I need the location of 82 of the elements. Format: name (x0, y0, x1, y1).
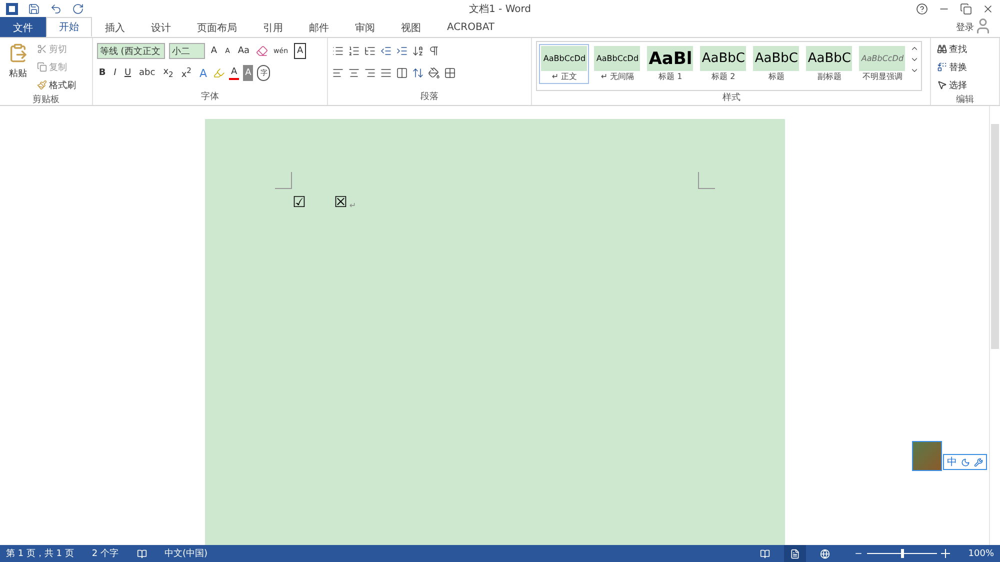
pilcrow-icon[interactable] (428, 45, 440, 57)
paintbrush-icon (37, 80, 47, 90)
ribbon-tab[interactable]: 文件 (0, 17, 46, 37)
scroll-down-icon[interactable] (910, 55, 920, 64)
borders-icon[interactable] (444, 67, 456, 79)
text-effects-button[interactable]: A (197, 65, 209, 81)
ime-toolbar[interactable]: 中 (943, 454, 987, 470)
group-label: 编辑 (955, 94, 976, 107)
undo-icon[interactable] (50, 2, 62, 14)
save-icon[interactable] (28, 2, 40, 14)
scissors-icon (37, 44, 47, 54)
zoom-level[interactable]: 100% (968, 548, 994, 558)
align-right-icon[interactable] (364, 67, 376, 79)
find-button[interactable]: 查找 (935, 41, 970, 57)
format-button[interactable]: U (122, 65, 134, 81)
ime-mode-label[interactable]: 中 (947, 455, 957, 469)
more-styles-icon[interactable] (910, 66, 920, 75)
grow-font-button[interactable]: A (208, 43, 220, 59)
replace-button[interactable]: 替换 (935, 59, 970, 75)
close-icon[interactable] (982, 2, 994, 14)
format-button[interactable]: x$_{2}$ (161, 65, 176, 81)
page-count[interactable]: 第 1 页，共 1 页 (6, 547, 74, 560)
redo-icon[interactable] (72, 2, 84, 14)
font-size-field[interactable]: 小二 (168, 43, 205, 59)
wrench-icon[interactable] (974, 458, 983, 466)
paragraph-mark: ↵ (349, 200, 356, 210)
eraser-icon[interactable] (256, 45, 268, 57)
group-label: 样式 (721, 92, 742, 105)
book-icon (760, 548, 770, 558)
format-button[interactable]: B (96, 65, 108, 81)
line-spacing-icon[interactable] (412, 67, 424, 79)
zoom-in-icon[interactable] (941, 549, 950, 558)
help-icon[interactable] (916, 2, 928, 14)
change-case-button[interactable]: Aa (236, 43, 252, 59)
copy-icon (37, 62, 47, 72)
vertical-scrollbar[interactable] (989, 106, 1000, 545)
format-button[interactable]: x$^{2}$ (179, 65, 194, 81)
crop-mark (274, 172, 292, 189)
group-label: 段落 (420, 90, 440, 104)
window-title: 文档1 - Word (468, 2, 532, 16)
language[interactable]: 中文(中国) (164, 547, 208, 560)
crop-mark (698, 172, 714, 189)
shading-button[interactable]: A (243, 65, 254, 81)
justify-icon[interactable] (380, 67, 392, 79)
checkbox-symbol: ☑ (292, 193, 306, 211)
distributed-icon[interactable] (396, 67, 408, 79)
format-button[interactable]: abc (137, 65, 158, 81)
align-center-icon[interactable] (348, 67, 360, 79)
align-left-icon[interactable] (332, 67, 344, 79)
select-button[interactable]: 选择 (935, 77, 970, 93)
paint-bucket-icon[interactable] (428, 67, 440, 79)
globe-icon (820, 548, 830, 558)
proofing-icon[interactable] (136, 548, 146, 558)
moon-icon[interactable] (961, 458, 970, 466)
checkbox-symbol: ☒ (334, 193, 348, 211)
paste-button[interactable]: 粘贴 (4, 41, 32, 85)
scroll-up-icon[interactable] (910, 44, 920, 53)
font-color-button[interactable]: A (228, 66, 240, 80)
style-item[interactable]: AaBbCcDd ↵ 正文 (539, 44, 590, 84)
sign-in-link[interactable]: 登录 (956, 20, 974, 34)
group-label: 字体 (200, 90, 220, 104)
font-name-field[interactable]: 等线 (西文正文 (96, 43, 165, 59)
replace-icon (937, 62, 948, 72)
binoculars-icon (937, 44, 948, 54)
group-label: 剪贴板 (31, 94, 60, 107)
numbering-icon[interactable] (348, 45, 360, 57)
restore-icon[interactable] (960, 2, 972, 14)
format-button[interactable]: I (112, 65, 118, 81)
multilevel-list-icon[interactable] (364, 45, 376, 57)
pointer-icon (937, 80, 948, 90)
format-painter-button[interactable]: 格式刷 (35, 77, 78, 93)
ribbon-tab[interactable]: 开始 (46, 17, 92, 37)
sort-icon[interactable] (412, 45, 424, 57)
increase-indent-icon[interactable] (396, 45, 408, 57)
word-logo-icon[interactable] (6, 2, 18, 14)
word-count[interactable]: 2 个字 (92, 547, 118, 560)
character-border-button[interactable]: A (294, 43, 306, 59)
zoom-thumb[interactable] (901, 549, 904, 558)
decrease-indent-icon[interactable] (380, 45, 392, 57)
ime-avatar (912, 441, 942, 471)
view-button[interactable] (784, 545, 806, 562)
page-icon (790, 548, 800, 558)
